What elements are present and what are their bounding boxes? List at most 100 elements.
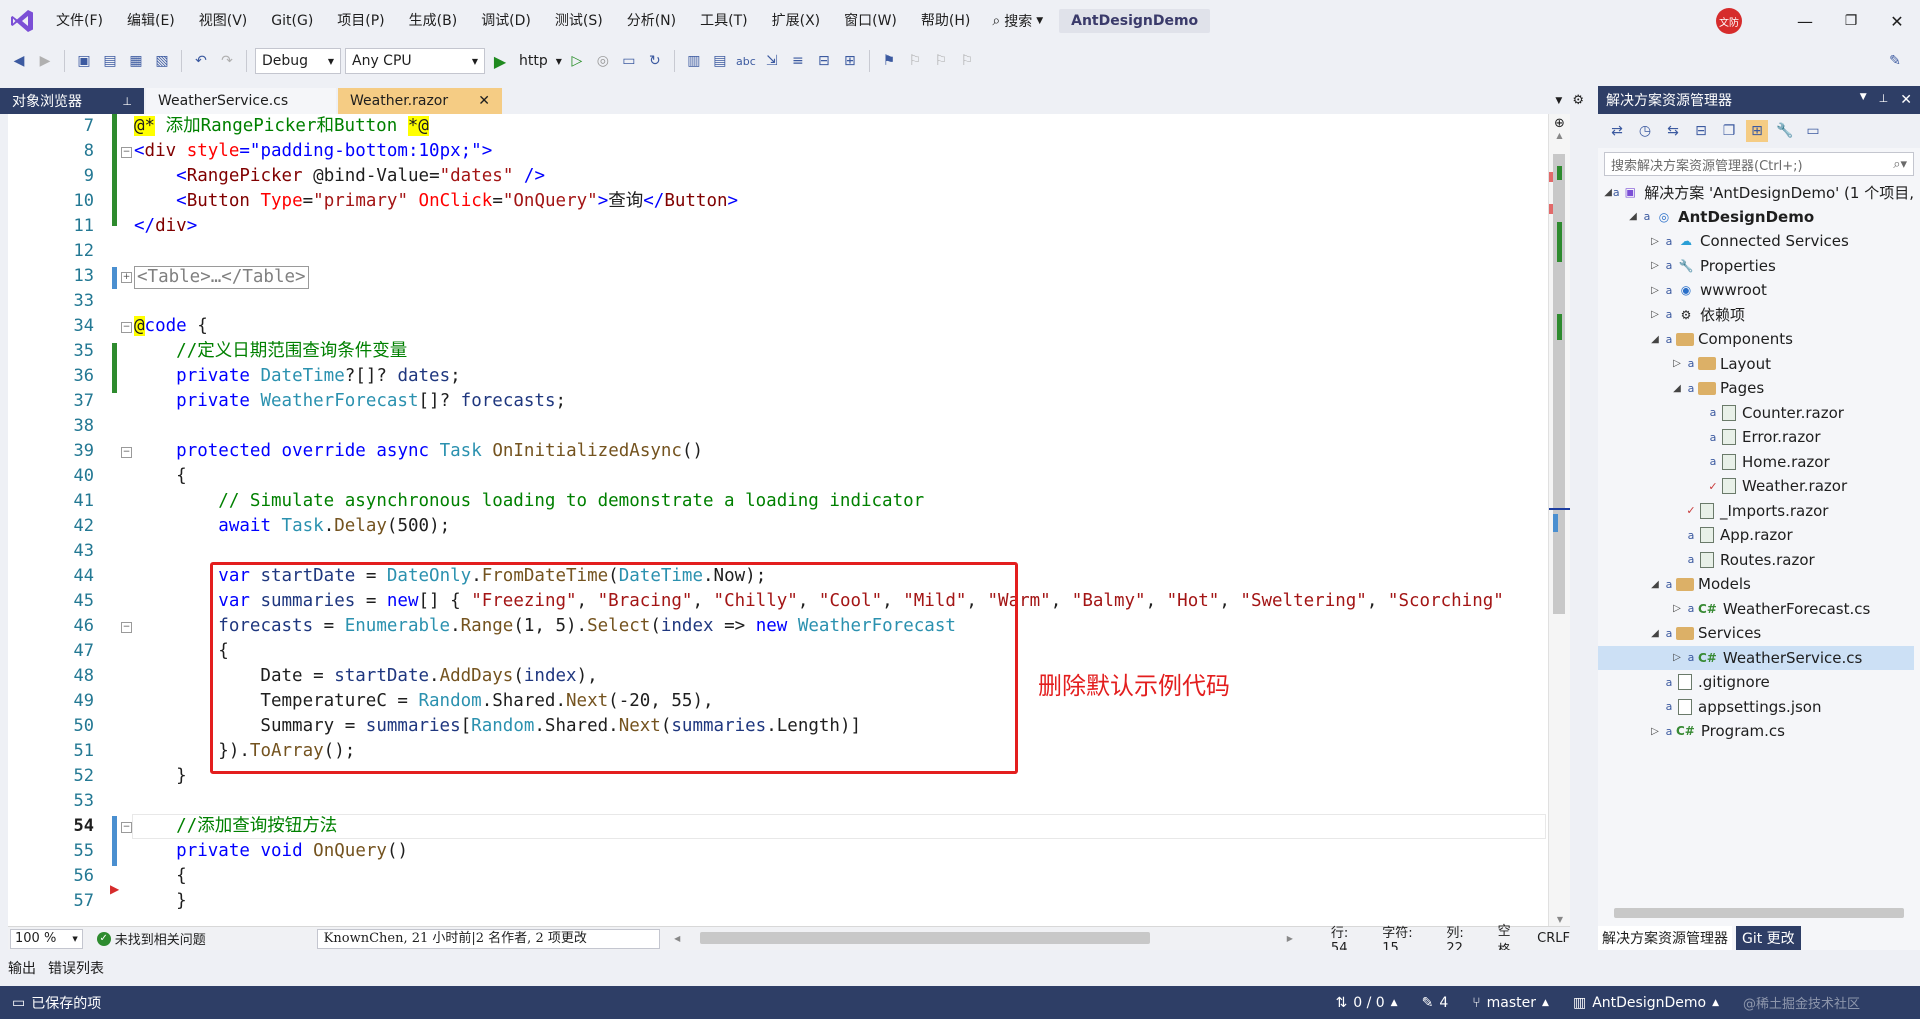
fold-toggle[interactable]: −: [121, 822, 132, 833]
close-icon[interactable]: ✕: [1874, 12, 1920, 31]
expand-down-icon[interactable]: ◢: [1648, 579, 1662, 590]
user-avatar[interactable]: 文防: [1716, 8, 1742, 34]
tab-weather-service[interactable]: WeatherService.cs: [146, 88, 336, 114]
tree-item[interactable]: a Counter.razor: [1598, 401, 1914, 425]
step-icon[interactable]: ⇲: [761, 50, 783, 72]
tree-item[interactable]: ▷ a C# WeatherForecast.cs: [1598, 597, 1914, 621]
uncomment-icon[interactable]: ⊞: [839, 50, 861, 72]
pending-edits[interactable]: ✎ 4: [1410, 995, 1461, 1011]
scroll-down-icon[interactable]: ▼: [1549, 915, 1570, 924]
menu-item[interactable]: 窗口(W): [832, 0, 909, 42]
tree-item[interactable]: ◢ a ◎ AntDesignDemo: [1598, 205, 1914, 229]
tree-item[interactable]: a Routes.razor: [1598, 548, 1914, 572]
browser-icon[interactable]: ▭: [618, 50, 640, 72]
expand-right-icon[interactable]: ▷: [1670, 652, 1684, 663]
preview-icon[interactable]: ▭: [1802, 120, 1824, 142]
redo-icon[interactable]: ↷: [216, 50, 238, 72]
tree-item[interactable]: ✓ _Imports.razor: [1598, 499, 1914, 523]
new-project-icon[interactable]: ▣: [73, 50, 95, 72]
tab-object-browser[interactable]: 对象浏览器 ⊥: [0, 88, 144, 114]
menu-item[interactable]: 工具(T): [688, 0, 759, 42]
attach-icon[interactable]: ◎: [592, 50, 614, 72]
sync-status[interactable]: ⇅ 0 / 0 ▲: [1324, 995, 1410, 1011]
menu-item[interactable]: 帮助(H): [909, 0, 982, 42]
expand-right-icon[interactable]: ▷: [1648, 726, 1662, 737]
restore-icon[interactable]: ❐: [1828, 13, 1874, 29]
close-icon[interactable]: ✕: [1900, 92, 1912, 108]
tree-item[interactable]: ▷ a C# Program.cs: [1598, 719, 1914, 743]
forward-icon[interactable]: ▶: [34, 50, 56, 72]
undo-icon[interactable]: ↶: [190, 50, 212, 72]
expand-right-icon[interactable]: ▷: [1670, 603, 1684, 614]
menu-item[interactable]: 文件(F): [44, 0, 115, 42]
tree-item[interactable]: ◢ a Services: [1598, 621, 1914, 645]
visual-studio-logo-icon[interactable]: [0, 0, 44, 42]
expand-down-icon[interactable]: ◢: [1670, 383, 1684, 394]
tree-item[interactable]: ▷ a Layout: [1598, 352, 1914, 376]
expand-down-icon[interactable]: ◢: [1648, 628, 1662, 639]
collapse-all-icon[interactable]: ⊟: [1690, 120, 1712, 142]
tab-weather-razor[interactable]: Weather.razor ✕: [338, 88, 502, 114]
tree-item[interactable]: a App.razor: [1598, 523, 1914, 547]
expand-right-icon[interactable]: ▷: [1648, 260, 1662, 271]
repo-selector[interactable]: ▥ AntDesignDemo ▲: [1561, 995, 1731, 1011]
panel-horizontal-scrollbar[interactable]: [1614, 908, 1904, 918]
menu-item[interactable]: 扩展(X): [760, 0, 833, 42]
expand-right-icon[interactable]: ▷: [1648, 309, 1662, 320]
menu-item[interactable]: 生成(B): [397, 0, 470, 42]
pin-icon[interactable]: ⊥: [122, 95, 132, 108]
fold-toggle[interactable]: −: [121, 322, 132, 333]
spell-check-icon[interactable]: abc: [735, 50, 757, 72]
tree-item[interactable]: a appsettings.json: [1598, 695, 1914, 719]
scroll-left-icon[interactable]: ◀: [674, 934, 680, 943]
folder-view-icon[interactable]: ▥: [683, 50, 705, 72]
scroll-up-icon[interactable]: ▲: [1549, 131, 1570, 140]
expand-right-icon[interactable]: ▷: [1670, 358, 1684, 369]
hot-reload-icon[interactable]: ↻: [644, 50, 666, 72]
tree-item[interactable]: a Error.razor: [1598, 425, 1914, 449]
run-target[interactable]: http: [515, 53, 552, 69]
pin-icon[interactable]: ⊥: [1879, 92, 1889, 108]
menu-item[interactable]: 视图(V): [187, 0, 260, 42]
switch-views-icon[interactable]: ⇄: [1606, 120, 1628, 142]
issues-indicator[interactable]: ✓ 未找到相关问题: [96, 929, 303, 948]
menu-item[interactable]: 项目(P): [325, 0, 396, 42]
menu-item[interactable]: 分析(N): [615, 0, 688, 42]
menu-item[interactable]: 测试(S): [543, 0, 615, 42]
tree-item[interactable]: ◢ a ▣ 解决方案 'AntDesignDemo' (1 个项目,: [1598, 180, 1914, 204]
editor-horizontal-scroll-thumb[interactable]: [700, 932, 1150, 944]
tab-output[interactable]: 输出: [8, 958, 36, 978]
next-bookmark-icon[interactable]: ⚐: [930, 50, 952, 72]
fold-toggle[interactable]: +: [121, 272, 132, 283]
editor-vertical-scrollbar[interactable]: ⊕ ▲ ▼: [1548, 114, 1570, 926]
menu-item[interactable]: Git(G): [259, 0, 325, 42]
menu-item[interactable]: 调试(D): [469, 0, 543, 42]
history-icon[interactable]: ◷: [1634, 120, 1656, 142]
settings-icon[interactable]: ⚙: [1572, 93, 1584, 108]
layout-icon[interactable]: ▤: [709, 50, 731, 72]
expand-right-icon[interactable]: ▷: [1648, 285, 1662, 296]
format-icon[interactable]: ≡: [787, 50, 809, 72]
menu-item[interactable]: 编辑(E): [115, 0, 187, 42]
zoom-select[interactable]: 100 % ▼: [10, 928, 83, 949]
fold-toggle[interactable]: −: [121, 147, 132, 158]
open-folder-icon[interactable]: ▤: [99, 50, 121, 72]
scroll-right-icon[interactable]: ▶: [1287, 934, 1293, 943]
expand-down-icon[interactable]: ◢: [1604, 187, 1612, 198]
clear-bookmarks-icon[interactable]: ⚐: [956, 50, 978, 72]
code-editor[interactable]: 7 8 9 10 11 12 13 33 34 35 36 37 38 39 40 41 42 43 44 45 46 4…: [8, 114, 1570, 926]
back-icon[interactable]: ◀: [8, 50, 30, 72]
start-without-debug-icon[interactable]: ▷: [566, 50, 588, 72]
tree-item[interactable]: ▷ a C# WeatherService.cs: [1598, 645, 1914, 670]
tree-item[interactable]: ◢ a Components: [1598, 327, 1914, 351]
tree-item[interactable]: ▷ a ◉ wwwroot: [1598, 278, 1914, 302]
expand-right-icon[interactable]: ▷: [1648, 236, 1662, 247]
sync-icon[interactable]: ⇆: [1662, 120, 1684, 142]
split-icon[interactable]: ⊕: [1549, 116, 1570, 131]
close-icon[interactable]: ✕: [478, 93, 490, 109]
tab-error-list[interactable]: 错误列表: [48, 958, 104, 978]
tab-overflow-icon[interactable]: ▼: [1555, 96, 1562, 106]
expand-down-icon[interactable]: ◢: [1648, 334, 1662, 345]
filter-icon[interactable]: ⊞: [1746, 120, 1768, 142]
tab-solution-explorer[interactable]: 解决方案资源管理器: [1598, 926, 1732, 950]
